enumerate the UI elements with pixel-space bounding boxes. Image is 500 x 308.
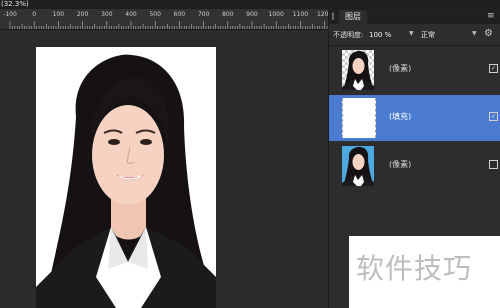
ruler-tick-label: 800 — [222, 11, 234, 18]
collapse-icon[interactable]: ‖ — [331, 12, 337, 21]
horizontal-ruler[interactable]: -100 0 100 200 300 400 500 600 700 800 900 1000 1100… — [0, 9, 332, 30]
ruler-tick-label: 1100 — [292, 11, 309, 18]
ruler-tick-label: 400 — [125, 11, 137, 18]
panel-tab-bar: ‖ 图层 ≡ — [329, 9, 500, 24]
ruler-tick-label: 700 — [197, 11, 210, 18]
panel-menu-icon[interactable]: ≡ — [487, 11, 497, 21]
ruler-tick-label: 1000 — [268, 11, 284, 18]
ruler-tick-label: -100 — [3, 11, 17, 18]
ruler-tick-label: 100 — [52, 11, 65, 18]
ruler-tick-label: 200 — [76, 11, 89, 18]
ruler-ticks — [9, 21, 328, 29]
portrait-image — [36, 47, 216, 308]
layer-name: (像素) — [389, 64, 412, 73]
ruler-tick-label: 0 — [32, 11, 37, 18]
layer-row[interactable]: (像素) — [329, 143, 500, 189]
visibility-checkbox[interactable]: ✓ — [489, 112, 498, 121]
layer-name: (填充) — [389, 112, 412, 121]
ruler-tick-label: 900 — [246, 11, 258, 18]
ruler-tick-label: 500 — [149, 11, 161, 18]
layer-name: (像素) — [389, 160, 412, 169]
zoom-level: (32.3%) — [0, 0, 500, 9]
visibility-checkbox[interactable]: ✓ — [489, 64, 498, 73]
watermark-text: 软件技巧 — [356, 252, 473, 285]
layer-options-row: 不透明度: 100 % ▼ 正常 ▼ ⚙ — [329, 25, 500, 46]
tab-layers[interactable]: 图层 — [339, 10, 367, 24]
layer-row[interactable]: (填充) ✓ — [329, 95, 500, 141]
layer-row[interactable]: (像素) ✓ — [329, 47, 500, 93]
layer-thumbnail — [342, 50, 374, 90]
ruler-tick-label: 300 — [101, 11, 113, 18]
blend-mode-dropdown-icon[interactable]: ▼ — [472, 30, 477, 37]
visibility-checkbox[interactable] — [489, 160, 498, 169]
opacity-dropdown-icon[interactable]: ▼ — [409, 30, 414, 37]
ruler-tick-label: 600 — [173, 11, 186, 18]
portrait-photo[interactable] — [36, 47, 216, 308]
layer-thumbnail — [342, 98, 376, 138]
gear-icon[interactable]: ⚙ — [484, 28, 496, 40]
opacity-input[interactable]: 100 % — [369, 29, 405, 41]
blend-mode-select[interactable]: 正常 — [421, 29, 476, 41]
layer-thumbnail — [342, 146, 374, 186]
opacity-label: 不透明度: — [333, 31, 364, 39]
